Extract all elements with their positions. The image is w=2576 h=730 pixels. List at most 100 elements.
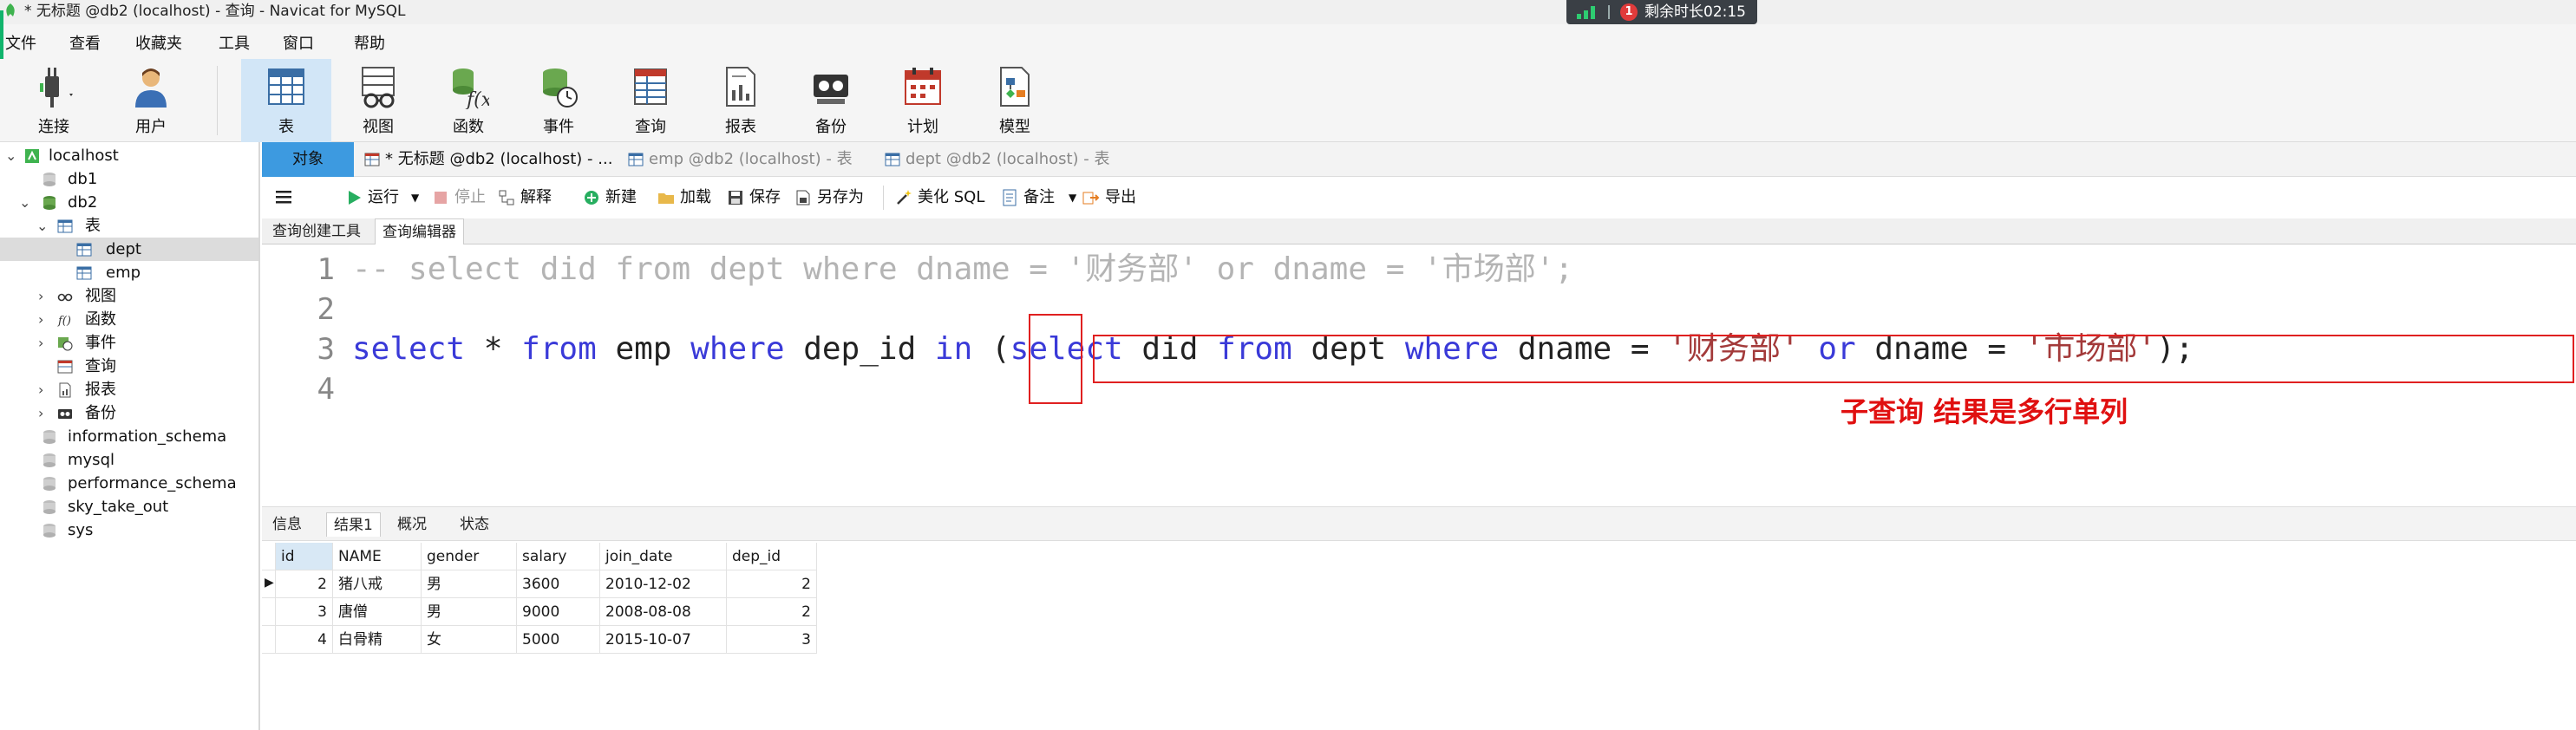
table-cell[interactable]: 2010-12-02 [600,570,727,598]
table-cell[interactable]: 女 [422,626,517,654]
stop-label: 停止 [454,188,486,206]
chevron-right-icon[interactable]: › [38,401,50,425]
toolbar-connect-button[interactable]: 连接 [9,59,99,142]
table-cell[interactable]: 男 [422,598,517,626]
tree-item-events[interactable]: › 事件 [0,331,258,355]
table-cell[interactable]: 2008-08-08 [600,598,727,626]
menu-help[interactable]: 帮助 [354,31,385,54]
caret-down-icon[interactable]: ▼ [411,187,419,208]
tree-item-views[interactable]: › 视图 [0,284,258,308]
table-cell[interactable]: 男 [422,570,517,598]
tab-query-builder[interactable]: 查询创建工具 [265,218,368,244]
toolbar-function-button[interactable]: f(x) 函数 [423,59,513,142]
toolbar-backup-button[interactable]: 备份 [786,59,876,142]
tree-item-functions[interactable]: › f() 函数 [0,308,258,331]
load-button[interactable]: 加载 [657,187,722,208]
table-cell[interactable]: 唐僧 [333,598,422,626]
chevron-down-icon[interactable]: ⌄ [19,191,31,214]
table-cell[interactable]: 3 [276,598,333,626]
stop-button[interactable]: 停止 [432,187,493,208]
menu-tools[interactable]: 工具 [219,31,250,54]
tree-item-emp[interactable]: emp [0,261,258,284]
menu-favorites[interactable]: 收藏夹 [135,31,182,54]
table-cell[interactable]: 白骨精 [333,626,422,654]
save-as-button[interactable]: 另存为 [794,187,874,208]
column-header-name[interactable]: NAME [333,543,422,570]
column-header-salary[interactable]: salary [517,543,600,570]
menu-file[interactable]: 文件 [5,31,36,54]
chevron-right-icon[interactable]: › [38,378,50,401]
column-header-dep-id[interactable]: dep_id [727,543,817,570]
row-marker[interactable] [262,626,276,654]
tree-item-sys[interactable]: sys [0,518,258,542]
explain-button[interactable]: 解释 [498,187,562,208]
tab-dept-table[interactable]: dept @db2 (localhost) - 表 [878,142,1138,177]
tree-item-localhost[interactable]: ⌄ localhost [0,144,258,167]
toolbar-user-button[interactable]: 用户 [106,59,196,142]
table-cell[interactable]: 4 [276,626,333,654]
row-marker[interactable] [262,598,276,626]
tree-item-dept[interactable]: dept [0,238,258,261]
toolbar-table-button[interactable]: 表 [241,59,331,142]
table-cell[interactable]: 2 [727,570,817,598]
tree-item-backups[interactable]: › 备份 [0,401,258,425]
toolbar-model-button[interactable]: 模型 [970,59,1060,142]
beautify-sql-button[interactable]: 美化 SQL [895,187,996,208]
result-grid[interactable]: id NAME gender salary join_date dep_id ▶… [262,543,817,664]
tree-item-queries[interactable]: 查询 [0,355,258,378]
note-button[interactable]: 备注 ▼ [1001,187,1081,208]
toolbar-schedule-button[interactable]: 计划 [878,59,968,142]
line-number: 1 [317,252,335,287]
tab-query-untitled[interactable]: * 无标题 @db2 (localhost) - ... [357,142,618,177]
run-button[interactable]: 运行 ▼ [345,187,428,208]
toolbar-report-button[interactable]: 报表 [696,59,786,142]
chevron-right-icon[interactable]: › [38,308,50,331]
column-header-join-date[interactable]: join_date [600,543,727,570]
tab-objects[interactable]: 对象 [262,142,354,177]
column-header-id[interactable]: id [276,543,333,570]
caret-down-icon[interactable]: ▼ [1069,187,1076,208]
table-cell[interactable]: 2015-10-07 [600,626,727,654]
table-cell[interactable]: 2 [727,598,817,626]
tree-item-performance-schema[interactable]: performance_schema [0,472,258,495]
tree-item-tables[interactable]: ⌄ 表 [0,214,258,238]
sql-token: emp [596,331,691,367]
table-cell[interactable]: 2 [276,570,333,598]
chevron-down-icon[interactable]: ⌄ [36,214,49,238]
tab-result1[interactable]: 结果1 [326,512,381,537]
chevron-down-icon[interactable]: ⌄ [5,144,17,167]
toolbar-view-button[interactable]: 视图 [333,59,423,142]
column-header-gender[interactable]: gender [422,543,517,570]
tree-item-mysql[interactable]: mysql [0,448,258,472]
tab-query-editor[interactable]: 查询编辑器 [375,218,464,244]
toolbar-label: 用户 [135,118,167,136]
tab-status[interactable]: 状态 [453,512,496,537]
table-cell[interactable]: 5000 [517,626,600,654]
new-button[interactable]: 新建 [583,187,647,208]
chevron-right-icon[interactable]: › [38,284,50,308]
table-cell[interactable]: 9000 [517,598,600,626]
tree-item-db2[interactable]: ⌄ db2 [0,191,258,214]
row-marker[interactable]: ▶ [262,570,276,598]
table-cell[interactable]: 3600 [517,570,600,598]
tree-item-db1[interactable]: db1 [0,167,258,191]
toolbar-query-button[interactable]: 查询 [605,59,696,142]
tab-info[interactable]: 信息 [265,512,309,537]
tree-item-reports[interactable]: › 报表 [0,378,258,401]
menu-view[interactable]: 查看 [69,31,101,54]
tab-emp-table[interactable]: emp @db2 (localhost) - 表 [621,142,881,177]
export-button[interactable]: 导出 [1082,187,1147,208]
tree-item-sky-take-out[interactable]: sky_take_out [0,495,258,518]
chevron-right-icon[interactable]: › [38,331,50,355]
toolbar-event-button[interactable]: 事件 [513,59,604,142]
recording-timer[interactable]: 1 剩余时长02:15 [1566,0,1757,24]
table-cell[interactable]: 3 [727,626,817,654]
save-button[interactable]: 保存 [727,187,791,208]
hamburger-menu-icon[interactable] [274,187,293,208]
sql-editor[interactable]: 1 2 3 4 -- select did from dept where dn… [262,244,2576,506]
tree-label: emp [106,264,141,282]
menu-window[interactable]: 窗口 [283,31,314,54]
table-cell[interactable]: 猪八戒 [333,570,422,598]
tree-item-information-schema[interactable]: information_schema [0,425,258,448]
tab-profile[interactable]: 概况 [390,512,434,537]
